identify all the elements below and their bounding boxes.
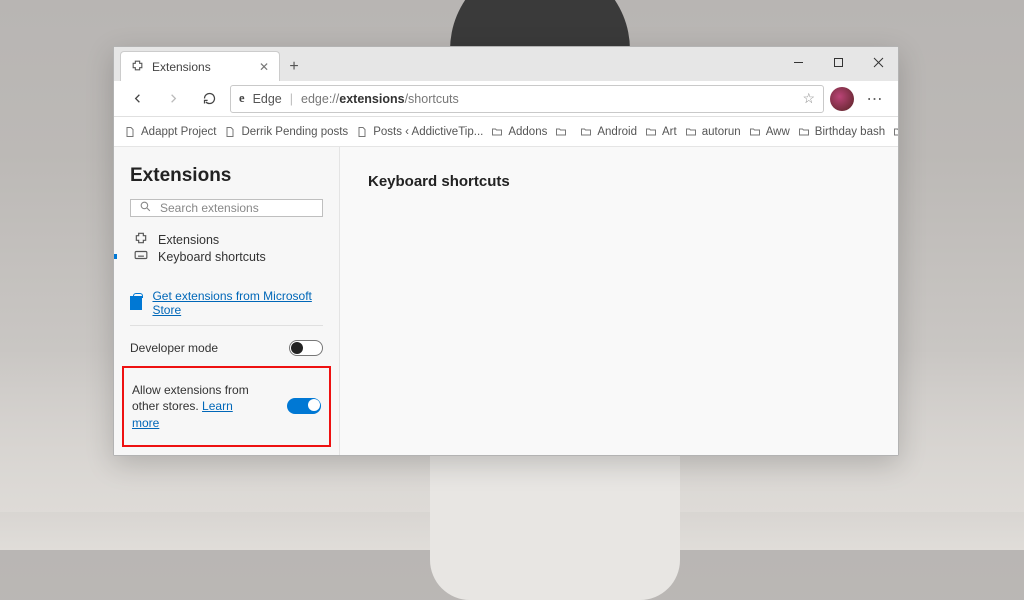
search-icon: [139, 200, 152, 216]
bookmark-item[interactable]: Addons: [491, 126, 547, 138]
bookmark-item[interactable]: autorun: [685, 126, 741, 138]
puzzle-icon: [131, 59, 144, 75]
developer-mode-label: Developer mode: [130, 340, 218, 356]
back-button[interactable]: [122, 84, 152, 114]
menu-button[interactable]: ⋯: [860, 84, 890, 114]
bookmark-item[interactable]: Posts ‹ AddictiveTip...: [356, 126, 483, 138]
window-controls: [778, 47, 898, 77]
favorite-icon[interactable]: ☆: [802, 90, 815, 107]
bookmark-item[interactable]: Adappt Project: [124, 126, 216, 138]
refresh-button[interactable]: [194, 84, 224, 114]
edge-logo-icon: e: [239, 91, 245, 106]
bookmarks-bar: Adappt Project Derrik Pending posts Posts …: [114, 117, 898, 147]
minimize-button[interactable]: [778, 47, 818, 77]
sidebar: Extensions Search extensions Extensions …: [114, 147, 340, 455]
bookmark-item[interactable]: books: [893, 126, 898, 138]
bookmark-item[interactable]: Art: [645, 126, 677, 138]
main-panel: Keyboard shortcuts: [340, 147, 898, 455]
sidebar-item-extensions[interactable]: Extensions: [130, 231, 323, 248]
highlight-box: Allow extensions from other stores. Lear…: [122, 366, 331, 447]
sidebar-item-label: Keyboard shortcuts: [158, 250, 266, 264]
other-stores-row: Allow extensions from other stores. Lear…: [132, 376, 321, 437]
bookmark-item[interactable]: Aww: [749, 126, 790, 138]
address-bar[interactable]: e Edge | edge://extensions/shortcuts ☆: [230, 85, 824, 113]
keyboard-icon: [134, 248, 148, 265]
url-text: edge://extensions/shortcuts: [301, 92, 794, 106]
bookmark-item[interactable]: Android: [580, 126, 637, 138]
maximize-button[interactable]: [818, 47, 858, 77]
bookmark-item[interactable]: [555, 126, 572, 138]
bookmark-item[interactable]: Derrik Pending posts: [224, 126, 348, 138]
toolbar: e Edge | edge://extensions/shortcuts ☆ ⋯: [114, 81, 898, 117]
microsoft-store-link[interactable]: Get extensions from Microsoft Store: [152, 289, 323, 317]
search-placeholder: Search extensions: [160, 201, 259, 215]
new-tab-button[interactable]: +: [280, 53, 308, 81]
page-heading: Keyboard shortcuts: [368, 173, 870, 190]
browser-tab[interactable]: Extensions ✕: [120, 51, 280, 81]
store-icon: [130, 296, 142, 310]
sidebar-item-label: Extensions: [158, 233, 219, 247]
close-window-button[interactable]: [858, 47, 898, 77]
other-stores-label: Allow extensions from other stores. Lear…: [132, 382, 262, 431]
addr-label: Edge: [253, 92, 282, 106]
search-extensions-input[interactable]: Search extensions: [130, 199, 323, 217]
developer-mode-row: Developer mode: [130, 334, 323, 362]
sidebar-title: Extensions: [130, 165, 323, 187]
store-link-row: Get extensions from Microsoft Store: [130, 289, 323, 317]
forward-button[interactable]: [158, 84, 188, 114]
bookmark-item[interactable]: Birthday bash: [798, 126, 885, 138]
content-area: Extensions Search extensions Extensions …: [114, 147, 898, 455]
developer-mode-toggle[interactable]: [289, 340, 323, 356]
close-tab-icon[interactable]: ✕: [259, 60, 269, 74]
sidebar-item-keyboard-shortcuts[interactable]: Keyboard shortcuts: [130, 248, 323, 265]
profile-avatar[interactable]: [830, 87, 854, 111]
browser-window: Extensions ✕ + e Edge | edge://extension…: [113, 46, 899, 456]
puzzle-icon: [134, 231, 148, 248]
tab-title: Extensions: [152, 60, 211, 74]
other-stores-toggle[interactable]: [287, 398, 321, 414]
divider: [130, 325, 323, 326]
titlebar: Extensions ✕ +: [114, 47, 898, 81]
